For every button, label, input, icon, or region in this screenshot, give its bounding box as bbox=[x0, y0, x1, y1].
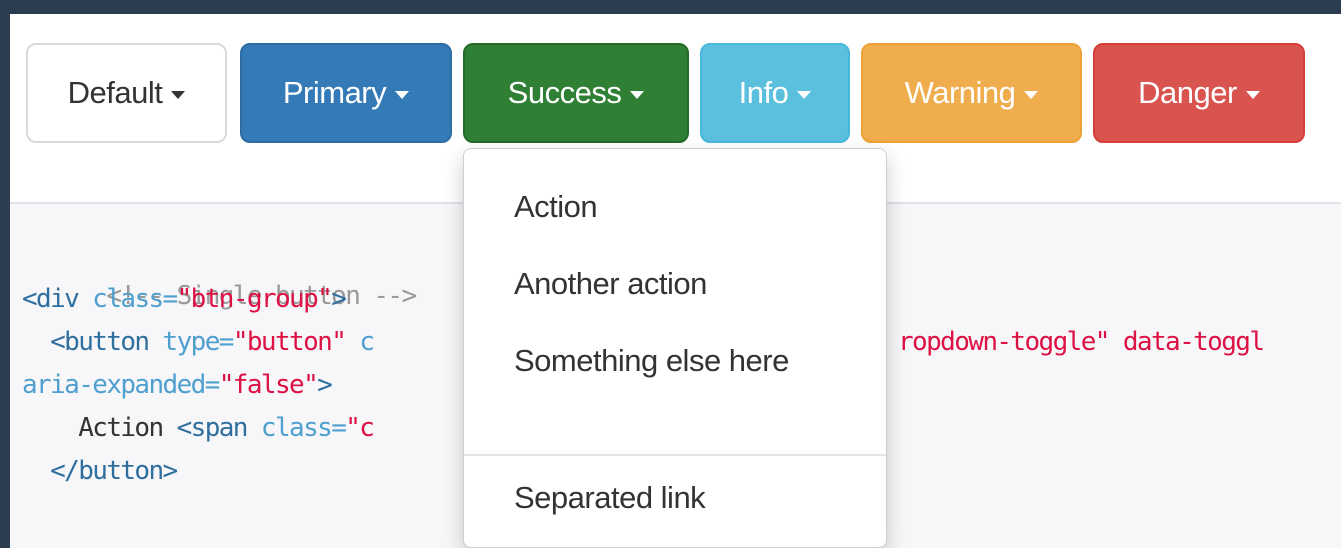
code-line-4: aria-expanded="false"> bbox=[22, 365, 333, 405]
default-dropdown-button[interactable]: Default bbox=[26, 43, 227, 143]
dropdown-divider bbox=[464, 454, 886, 456]
caret-down-icon bbox=[630, 91, 645, 99]
primary-button-label: Primary bbox=[282, 75, 387, 110]
success-button-label: Success bbox=[507, 75, 622, 110]
dropdown-item-separated-link[interactable]: Separated link bbox=[514, 480, 706, 516]
dropdown-item-action[interactable]: Action bbox=[514, 189, 598, 225]
code-string: "button" bbox=[232, 327, 347, 357]
code-line-6: </button> bbox=[22, 451, 178, 491]
code-attr: class= bbox=[92, 284, 178, 314]
warning-dropdown-button[interactable]: Warning bbox=[861, 43, 1082, 143]
danger-dropdown-button[interactable]: Danger bbox=[1093, 43, 1305, 143]
code-attr: aria-expanded= bbox=[22, 370, 220, 400]
code-attr: type= bbox=[162, 327, 235, 357]
code-text: Action bbox=[22, 413, 177, 443]
dropdown-item-another-action[interactable]: Another action bbox=[514, 266, 707, 302]
code-attr: class= bbox=[260, 413, 347, 443]
code-tag-close: > bbox=[317, 370, 333, 400]
code-line-3-right: ropdown-toggle" data-toggl bbox=[898, 322, 1265, 362]
code-tag: <span bbox=[176, 413, 261, 443]
caret-down-icon bbox=[1245, 91, 1260, 99]
code-string: "false" bbox=[218, 370, 319, 400]
demo-frame: Default Primary Success Info Warning Dan… bbox=[10, 14, 1341, 548]
primary-dropdown-button[interactable]: Primary bbox=[240, 43, 452, 143]
code-tag: <button bbox=[22, 327, 163, 357]
info-dropdown-button[interactable]: Info bbox=[700, 43, 850, 143]
dropdown-item-something-else[interactable]: Something else here bbox=[514, 343, 789, 379]
default-button-label: Default bbox=[67, 75, 163, 110]
warning-button-label: Warning bbox=[904, 75, 1016, 110]
caret-down-icon bbox=[171, 91, 186, 99]
success-dropdown-menu: Action Another action Something else her… bbox=[463, 148, 887, 548]
code-string: "btn-group" bbox=[176, 284, 333, 314]
code-line-2: <div class="btn-group"> bbox=[22, 279, 347, 319]
info-button-label: Info bbox=[738, 75, 789, 110]
code-tag: <div bbox=[22, 284, 93, 314]
code-string: ropdown-toggle" data-toggl bbox=[898, 327, 1265, 357]
success-dropdown-button[interactable]: Success bbox=[463, 43, 689, 143]
code-line-5: Action <span class="c bbox=[22, 408, 375, 448]
code-tag: </button> bbox=[22, 456, 178, 486]
caret-down-icon bbox=[395, 91, 410, 99]
danger-button-label: Danger bbox=[1138, 75, 1237, 110]
code-tag-close: > bbox=[331, 284, 347, 314]
caret-down-icon bbox=[1024, 91, 1039, 99]
code-string: "c bbox=[345, 413, 375, 443]
code-line-3: <button type="button" c bbox=[22, 322, 375, 362]
code-attr: c bbox=[345, 327, 375, 357]
caret-down-icon bbox=[797, 91, 812, 99]
